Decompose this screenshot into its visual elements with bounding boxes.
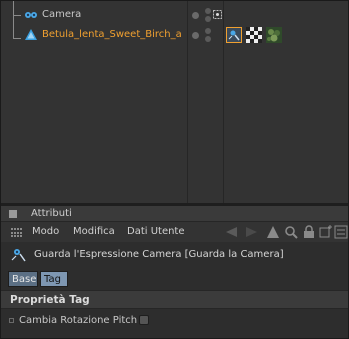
- look-at-camera-tag-icon[interactable]: [226, 27, 242, 43]
- menu-modifica[interactable]: Modifica: [73, 226, 115, 237]
- attributes-title: Attributi: [31, 208, 72, 219]
- options-icon[interactable]: [334, 225, 348, 239]
- object-row-camera[interactable]: Camera: [1, 5, 348, 25]
- object-row-betula[interactable]: Betula_lenta_Sweet_Birch_a: [1, 25, 348, 45]
- editor-visibility-dot[interactable]: [192, 32, 199, 39]
- animation-keyframe-marker[interactable]: [9, 318, 14, 323]
- attributes-object-title: Guarda l'Espressione Camera [Guarda la C…: [34, 249, 284, 260]
- search-icon[interactable]: [284, 225, 298, 239]
- camera-target-tag-icon[interactable]: [213, 10, 222, 19]
- attributes-title-bar: Attributi: [1, 206, 348, 222]
- tab-base[interactable]: Base: [8, 271, 38, 287]
- render-visibility-dot[interactable]: [205, 8, 211, 14]
- attributes-menubar: Modo Modifica Dati Utente: [1, 222, 348, 242]
- tab-tag[interactable]: Tag: [40, 271, 68, 287]
- forward-arrow-icon[interactable]: [244, 225, 258, 239]
- back-arrow-icon[interactable]: [225, 225, 239, 239]
- lock-icon[interactable]: [302, 225, 316, 239]
- attributes-object-line: Guarda l'Espressione Camera [Guarda la C…: [1, 244, 348, 266]
- texture-material-tag-icon[interactable]: [266, 27, 282, 43]
- render-visibility-dot[interactable]: [205, 28, 211, 34]
- checker-material-tag-icon[interactable]: [246, 27, 262, 43]
- panel-menu-square[interactable]: [9, 210, 17, 218]
- param-row: Cambia Rotazione Pitch: [1, 312, 348, 330]
- up-arrow-icon[interactable]: [266, 225, 280, 239]
- look-at-camera-tag-icon: [11, 249, 26, 262]
- grip-icon[interactable]: [11, 228, 23, 237]
- tree-object-icon: [25, 29, 37, 40]
- camera-icon: [25, 12, 37, 18]
- menu-dati-utente[interactable]: Dati Utente: [127, 226, 185, 237]
- section-title: Proprietà Tag: [10, 294, 90, 306]
- new-window-icon[interactable]: [319, 225, 333, 239]
- object-name: Betula_lenta_Sweet_Birch_a: [42, 29, 182, 40]
- section-header: Proprietà Tag: [1, 290, 348, 309]
- pitch-rotation-checkbox[interactable]: [139, 315, 149, 325]
- render-visibility-dot[interactable]: [205, 16, 211, 22]
- menu-modo[interactable]: Modo: [32, 226, 59, 237]
- param-label: Cambia Rotazione Pitch: [19, 315, 138, 326]
- object-manager: Camera Betula_lenta_Sweet_Birch_a: [1, 1, 348, 203]
- editor-visibility-dot[interactable]: [192, 12, 199, 19]
- object-name: Camera: [42, 9, 82, 20]
- render-visibility-dot[interactable]: [205, 36, 211, 42]
